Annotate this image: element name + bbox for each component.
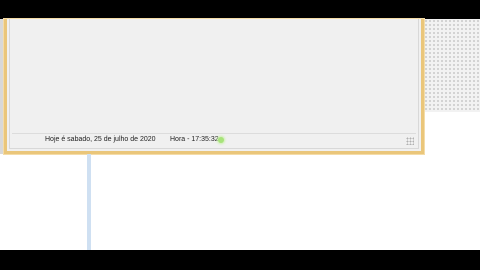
background-panel-edge [420,112,480,118]
status-time-label: Hora - 17:35:32 [170,136,219,143]
form-client-area: Hoje é sabado, 25 de julho de 2020 Hora … [9,19,419,149]
vertical-connector-line [87,154,91,250]
status-bar: Hoje é sabado, 25 de julho de 2020 Hora … [12,133,416,146]
screen-bottom-bar [0,250,480,270]
mouse-cursor-highlight-icon [218,137,224,143]
dotted-background-panel [420,19,480,112]
status-date-label: Hoje é sabado, 25 de julho de 2020 [45,136,156,143]
resize-grip-icon[interactable] [406,137,414,145]
form-window: Hoje é sabado, 25 de julho de 2020 Hora … [4,19,424,154]
screen-top-bar [0,0,480,19]
